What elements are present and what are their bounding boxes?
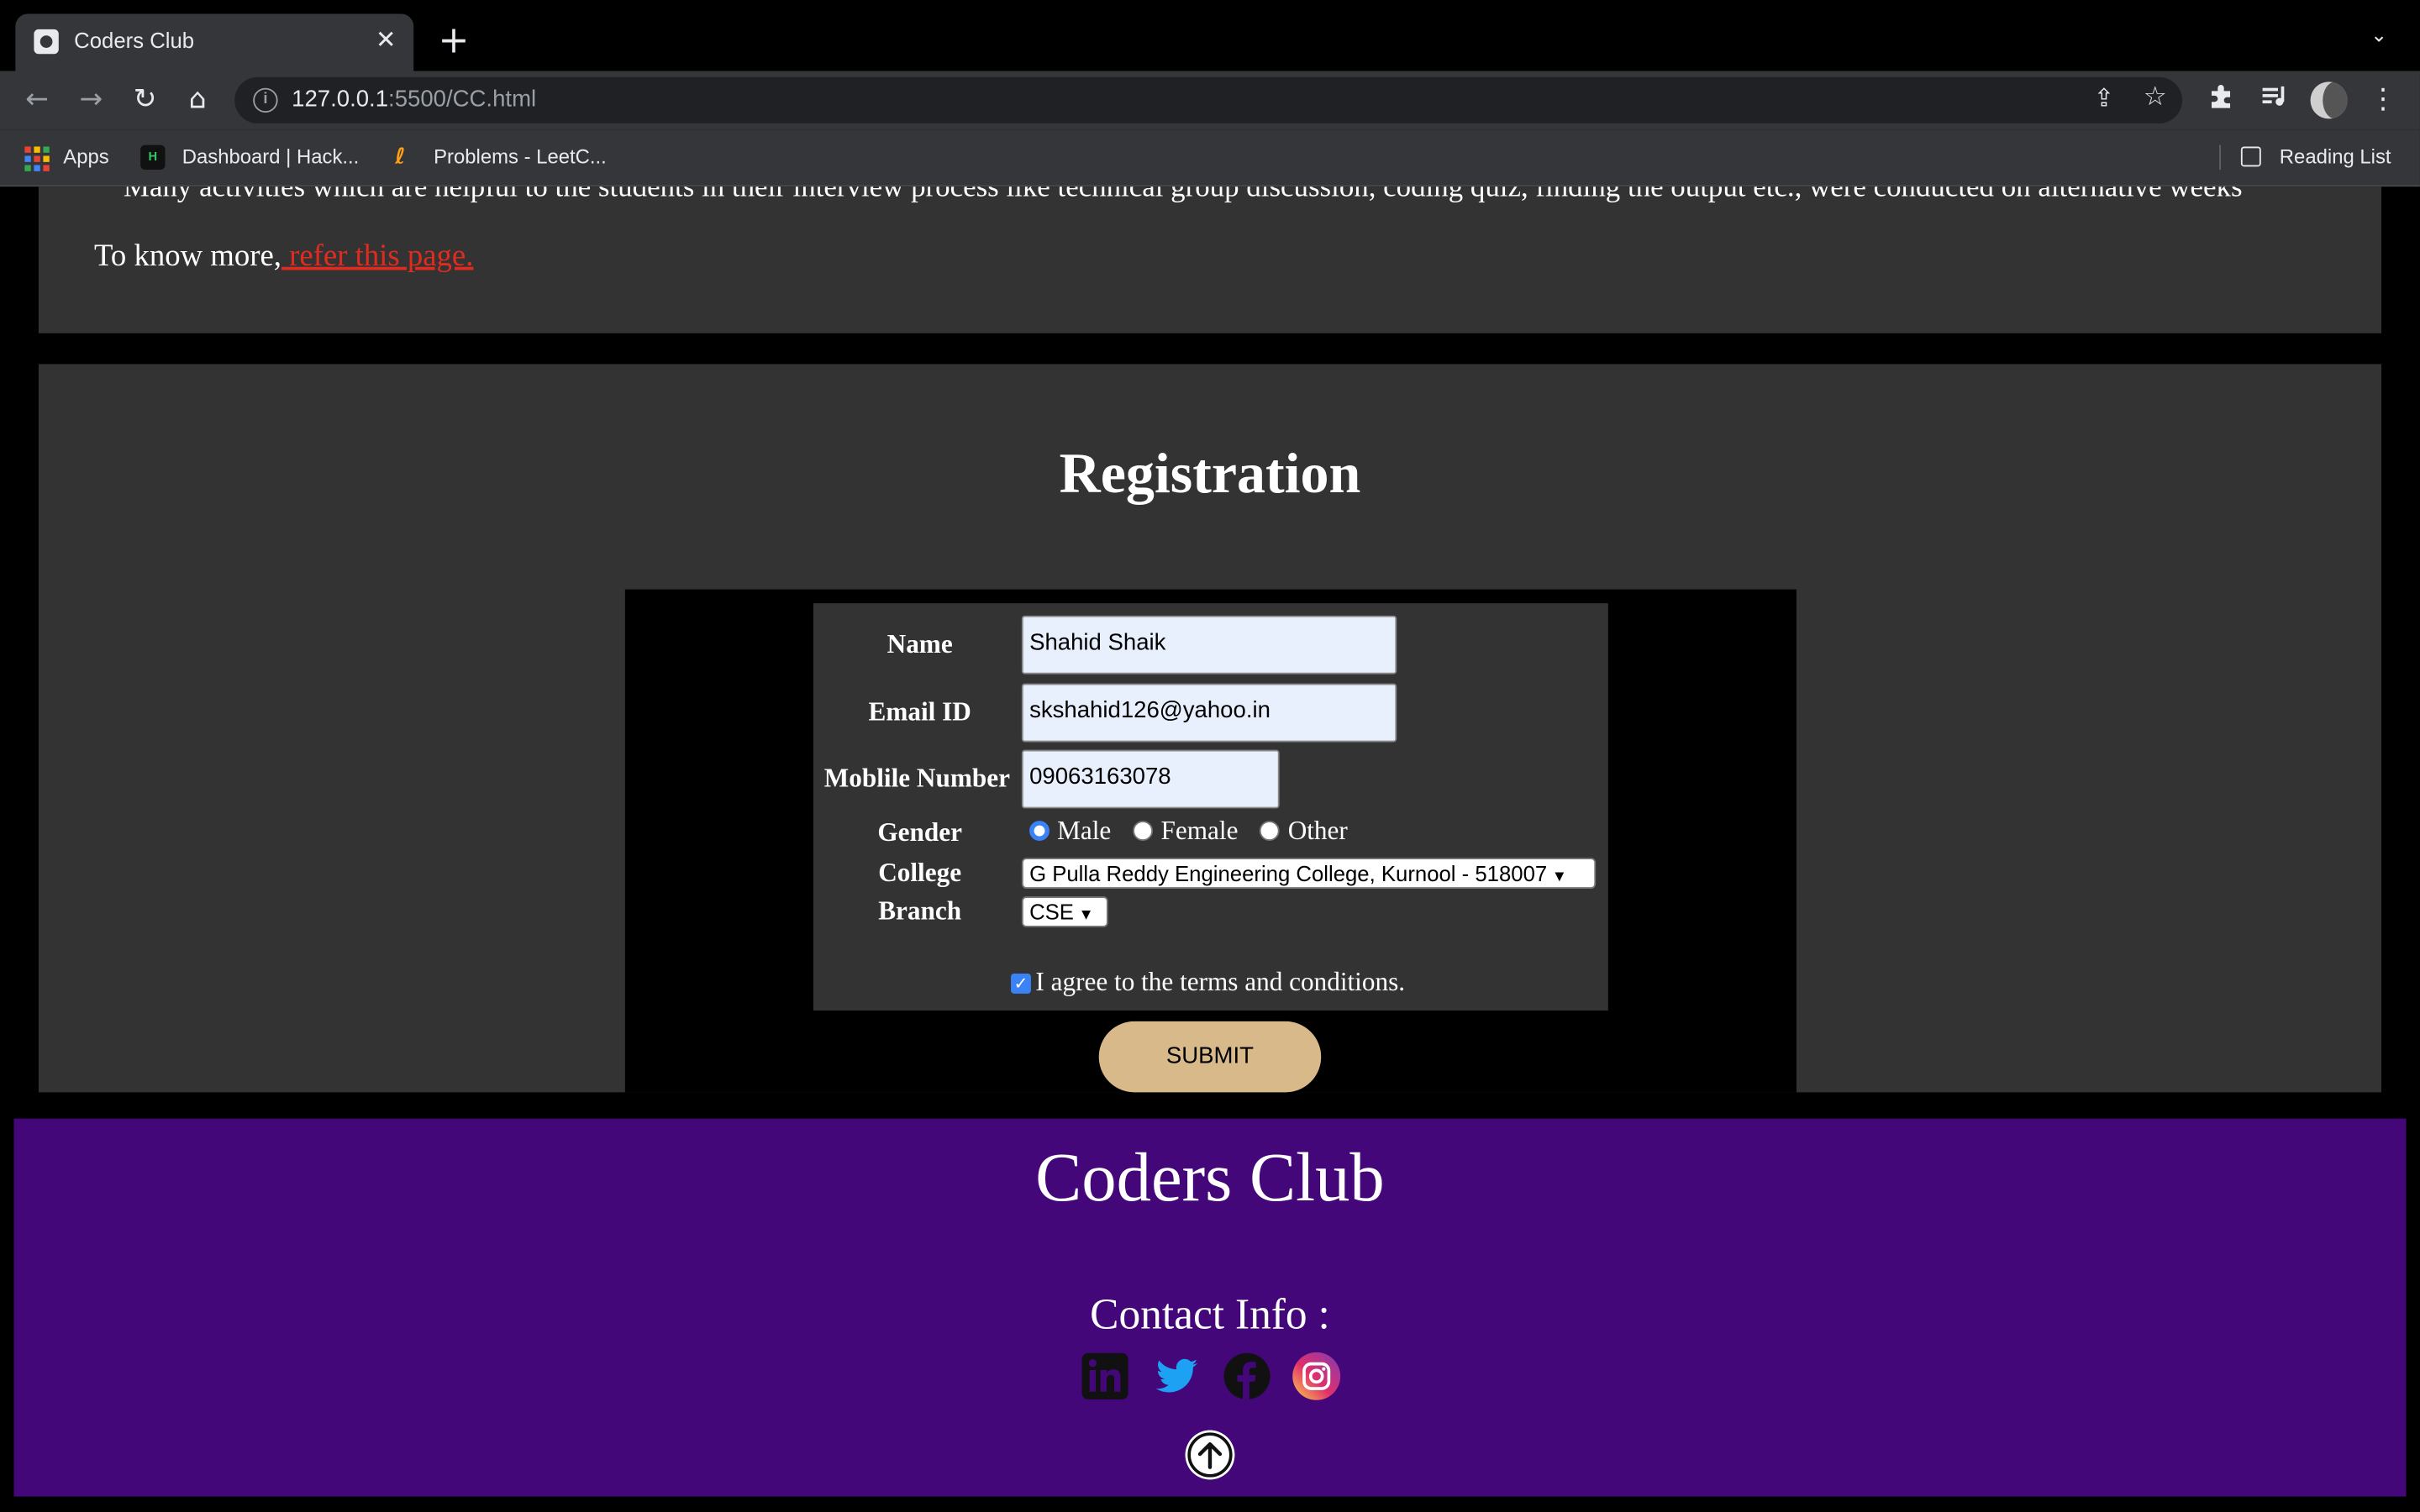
refer-page-link[interactable]: refer this page. [281,239,473,273]
forward-arrow-icon[interactable]: → [72,81,109,118]
bookmarks-bar: Apps H Dashboard | Hack... ℓ Problems - … [0,129,2420,187]
browser-toolbar: ← → ↻ ⌂ i 127.0.0.1:5500/CC.html ⇪ ☆ ⋮ [0,71,2420,130]
tab-search-chevron-icon[interactable]: ⌄ [2370,24,2395,48]
know-more-line: To know more, refer this page. [94,239,473,275]
close-tab-icon[interactable]: ✕ [371,24,402,55]
share-icon[interactable]: ⇪ [2094,83,2115,113]
facebook-icon[interactable] [1223,1352,1272,1401]
back-arrow-icon[interactable]: ← [18,81,55,118]
kebab-menu-icon[interactable]: ⋮ [2365,81,2402,118]
address-bar[interactable]: i 127.0.0.1:5500/CC.html ⇪ ☆ [234,76,2183,123]
mobile-input[interactable]: 09063163078 [1021,749,1280,809]
branch-select[interactable]: CSE ▼ [1021,896,1108,927]
registration-title: Registration [1059,443,1361,507]
footer-title: Coders Club [1035,1138,1385,1216]
submit-button[interactable]: SUBMIT [1096,1018,1324,1096]
about-activities-text: Many activities which are helpful to the… [123,186,2243,204]
chevron-down-icon: ▼ [1078,906,1094,925]
footer: Coders Club Contact Info : [13,1118,2407,1497]
email-input[interactable]: skshahid126@yahoo.in [1021,683,1397,743]
instagram-icon[interactable] [1292,1352,1341,1401]
hackerrank-icon: H [140,144,166,171]
registration-section: Registration Name Shahid Shaik Email ID … [38,364,2382,1096]
know-more-prefix: To know more, [94,239,281,274]
branch-label: Branch [878,896,962,927]
college-select[interactable]: G Pulla Reddy Engineering College, Kurno… [1021,858,1597,889]
name-label: Name [886,629,953,659]
gender-option-female: Female [1160,816,1239,846]
home-icon[interactable]: ⌂ [179,81,216,118]
favicon-icon [34,29,59,55]
new-tab-icon[interactable]: + [435,22,472,59]
bookmark-leetcode[interactable]: Problems - LeetC... [434,145,607,169]
tab-title: Coders Club [74,28,195,53]
gender-radio-group: Male Female Other [1025,816,1348,848]
gender-option-other: Other [1287,816,1348,846]
screen: Coders Club ✕ + ⌄ ← → ↻ ⌂ i 127.0.0.1:55… [0,0,2420,1512]
contact-info-heading: Contact Info : [1090,1291,1330,1340]
bookmark-star-icon[interactable]: ☆ [2144,81,2167,113]
bookmark-hackerrank[interactable]: Dashboard | Hack... [182,145,360,169]
browser-tab[interactable]: Coders Club ✕ [15,13,414,71]
about-section: Many activities which are helpful to the… [38,186,2382,333]
extensions-puzzle-icon[interactable] [2202,81,2239,118]
registration-form-wrapper: Name Shahid Shaik Email ID skshahid126@y… [624,589,1797,1096]
chevron-down-icon: ▼ [1551,869,1567,886]
tab-strip: Coders Club ✕ + ⌄ [0,0,2420,71]
gender-radio-male[interactable] [1029,821,1050,842]
college-selected-value: G Pulla Reddy Engineering College, Kurno… [1029,860,1548,886]
media-queue-icon[interactable] [2256,81,2293,118]
url-text: 127.0.0.1:5500/CC.html [292,86,537,113]
name-input[interactable]: Shahid Shaik [1021,615,1397,675]
email-label: Email ID [868,697,971,727]
gender-radio-other[interactable] [1260,821,1281,842]
gender-label: Gender [877,817,962,848]
mobile-label: Moblile Number [823,764,1010,794]
terms-row: ✓ I agree to the terms and conditions. [1011,968,1405,999]
terms-checkbox[interactable]: ✓ [1011,973,1031,994]
reading-list-button[interactable]: Reading List [2280,145,2391,169]
bookmarks-divider [2219,144,2222,171]
reload-icon[interactable]: ↻ [127,81,164,118]
registration-form: Name Shahid Shaik Email ID skshahid126@y… [813,603,1608,1011]
gender-option-male: Male [1057,816,1112,846]
leetcode-icon: ℓ [395,144,406,171]
scroll-to-top-arrow-icon[interactable] [1185,1430,1235,1480]
terms-label: I agree to the terms and conditions. [1035,967,1406,997]
gender-radio-female[interactable] [1133,821,1154,842]
profile-avatar[interactable] [2310,81,2348,119]
reading-list-icon [2240,146,2261,167]
apps-grid-icon [24,146,50,171]
page-viewport[interactable]: Many activities which are helpful to the… [0,186,2420,1512]
site-info-icon[interactable]: i [253,87,278,113]
bookmark-apps[interactable]: Apps [63,145,108,169]
linkedin-icon[interactable] [1081,1352,1130,1401]
college-label: College [878,858,962,888]
twitter-icon[interactable] [1151,1352,1201,1401]
branch-selected-value: CSE [1029,899,1074,925]
